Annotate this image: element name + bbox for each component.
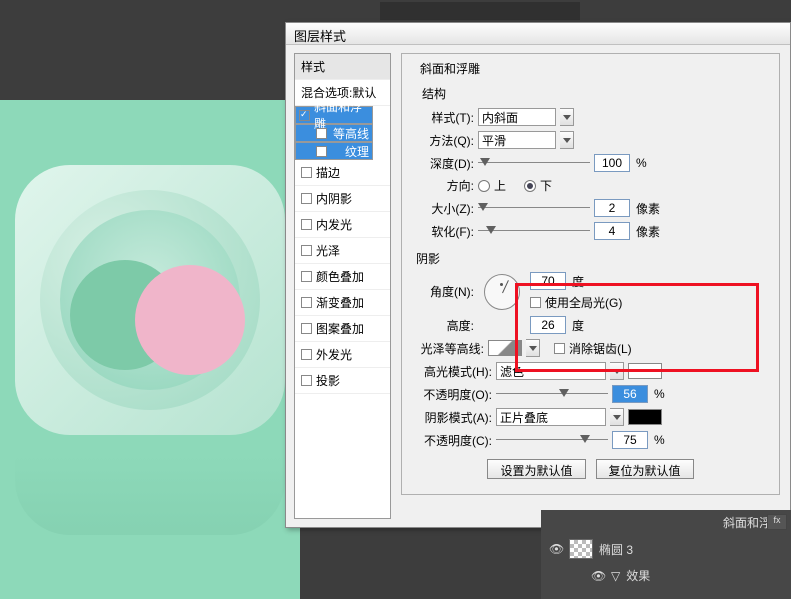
- checkbox-icon[interactable]: [301, 271, 312, 282]
- struct-title: 结构: [422, 85, 769, 102]
- hl-op-input[interactable]: [612, 385, 648, 403]
- sidebar-grad-overlay[interactable]: 渐变叠加: [295, 290, 390, 316]
- tech-select[interactable]: 平滑: [478, 131, 556, 149]
- layers-panel: fx 斜面和浮雕 👁 椭圆 3 👁 ▽ 效果: [541, 510, 791, 599]
- sidebar-pat-overlay[interactable]: 图案叠加: [295, 316, 390, 342]
- eye-icon[interactable]: 👁: [549, 542, 563, 556]
- hl-mode-label: 高光模式(H):: [412, 363, 492, 380]
- sidebar-inner-glow[interactable]: 内发光: [295, 212, 390, 238]
- sh-mode-select[interactable]: 正片叠底: [496, 408, 606, 426]
- checkbox-icon[interactable]: [301, 297, 312, 308]
- checkbox-icon[interactable]: [301, 323, 312, 334]
- global-light-checkbox[interactable]: [530, 297, 541, 308]
- gloss-label: 光泽等高线:: [412, 340, 484, 357]
- dir-label: 方向:: [412, 177, 474, 194]
- layer-row[interactable]: 👁 椭圆 3: [541, 535, 791, 563]
- size-unit: 像素: [636, 200, 660, 217]
- checkbox-icon[interactable]: [316, 128, 327, 139]
- checkbox-icon[interactable]: [301, 193, 312, 204]
- dropdown-icon[interactable]: [610, 362, 624, 380]
- angle-label: 角度(N):: [412, 283, 474, 300]
- layer-style-dialog: 图层样式 样式 混合选项:默认 斜面和浮雕 等高线 纹理 描边 内阴影 内发光 …: [285, 22, 791, 528]
- eye-icon[interactable]: 👁: [591, 569, 605, 583]
- size-input[interactable]: [594, 199, 630, 217]
- shade-title: 阴影: [416, 250, 769, 267]
- fx-badge[interactable]: fx: [767, 514, 787, 530]
- depth-unit: %: [636, 156, 647, 170]
- tech-label: 方法(Q):: [412, 132, 474, 149]
- layer-thumbnail[interactable]: [569, 539, 593, 559]
- soft-unit: 像素: [636, 223, 660, 240]
- checkbox-icon[interactable]: [301, 245, 312, 256]
- hl-mode-select[interactable]: 滤色: [496, 362, 606, 380]
- sidebar-inner-shadow[interactable]: 内阴影: [295, 186, 390, 212]
- size-label: 大小(Z):: [412, 200, 474, 217]
- alt-label: 高度:: [412, 317, 474, 334]
- sh-op-label: 不透明度(C):: [412, 432, 492, 449]
- reset-default-button[interactable]: 复位为默认值: [596, 459, 694, 479]
- sh-color-swatch[interactable]: [628, 409, 662, 425]
- canvas-area: [0, 100, 300, 599]
- size-slider[interactable]: [478, 200, 590, 216]
- sh-op-slider[interactable]: [496, 432, 608, 448]
- angle-input[interactable]: [530, 272, 566, 290]
- soft-label: 软化(F):: [412, 223, 474, 240]
- layer-effects-row[interactable]: 👁 ▽ 效果: [541, 563, 791, 588]
- sidebar-outer-glow[interactable]: 外发光: [295, 342, 390, 368]
- group-title: 斜面和浮雕: [416, 60, 484, 77]
- artwork-icon: [15, 165, 285, 435]
- sidebar-contour[interactable]: 等高线: [295, 124, 373, 142]
- checkbox-icon[interactable]: [316, 146, 327, 157]
- style-label: 样式(T):: [412, 109, 474, 126]
- depth-label: 深度(D):: [412, 155, 474, 172]
- style-sidebar: 样式 混合选项:默认 斜面和浮雕 等高线 纹理 描边 内阴影 内发光 光泽 颜色…: [294, 53, 391, 519]
- hl-color-swatch[interactable]: [628, 363, 662, 379]
- antialias-checkbox[interactable]: [554, 343, 565, 354]
- checkbox-icon[interactable]: [301, 219, 312, 230]
- dir-down-radio[interactable]: [524, 180, 536, 192]
- gloss-contour-picker[interactable]: [488, 340, 522, 356]
- dropdown-icon[interactable]: [560, 131, 574, 149]
- sidebar-satin[interactable]: 光泽: [295, 238, 390, 264]
- dir-up-radio[interactable]: [478, 180, 490, 192]
- checkbox-icon[interactable]: [301, 349, 312, 360]
- depth-slider[interactable]: [478, 155, 590, 171]
- sidebar-header[interactable]: 样式: [295, 54, 390, 80]
- alt-input[interactable]: [530, 316, 566, 334]
- sh-op-input[interactable]: [612, 431, 648, 449]
- style-select[interactable]: 内斜面: [478, 108, 556, 126]
- bevel-panel: 斜面和浮雕 结构 样式(T): 内斜面 方法(Q): 平滑 深度(D): %: [391, 45, 790, 527]
- angle-wheel[interactable]: [484, 274, 520, 310]
- hl-op-slider[interactable]: [496, 386, 608, 402]
- sh-mode-label: 阴影模式(A):: [412, 409, 492, 426]
- dialog-title[interactable]: 图层样式: [286, 23, 790, 45]
- layer-effect-row[interactable]: 斜面和浮雕: [541, 510, 791, 535]
- checkbox-icon[interactable]: [299, 110, 310, 121]
- depth-input[interactable]: [594, 154, 630, 172]
- sidebar-bevel[interactable]: 斜面和浮雕: [295, 106, 373, 124]
- soft-input[interactable]: [594, 222, 630, 240]
- set-default-button[interactable]: 设置为默认值: [487, 459, 585, 479]
- checkbox-icon[interactable]: [301, 375, 312, 386]
- sidebar-drop-shadow[interactable]: 投影: [295, 368, 390, 394]
- sidebar-stroke[interactable]: 描边: [295, 160, 390, 186]
- sidebar-color-overlay[interactable]: 颜色叠加: [295, 264, 390, 290]
- dropdown-icon[interactable]: [610, 408, 624, 426]
- dropdown-icon[interactable]: [560, 108, 574, 126]
- checkbox-icon[interactable]: [301, 167, 312, 178]
- sidebar-texture[interactable]: 纹理: [295, 142, 373, 160]
- hl-op-label: 不透明度(O):: [412, 386, 492, 403]
- soft-slider[interactable]: [478, 223, 590, 239]
- dropdown-icon[interactable]: [526, 339, 540, 357]
